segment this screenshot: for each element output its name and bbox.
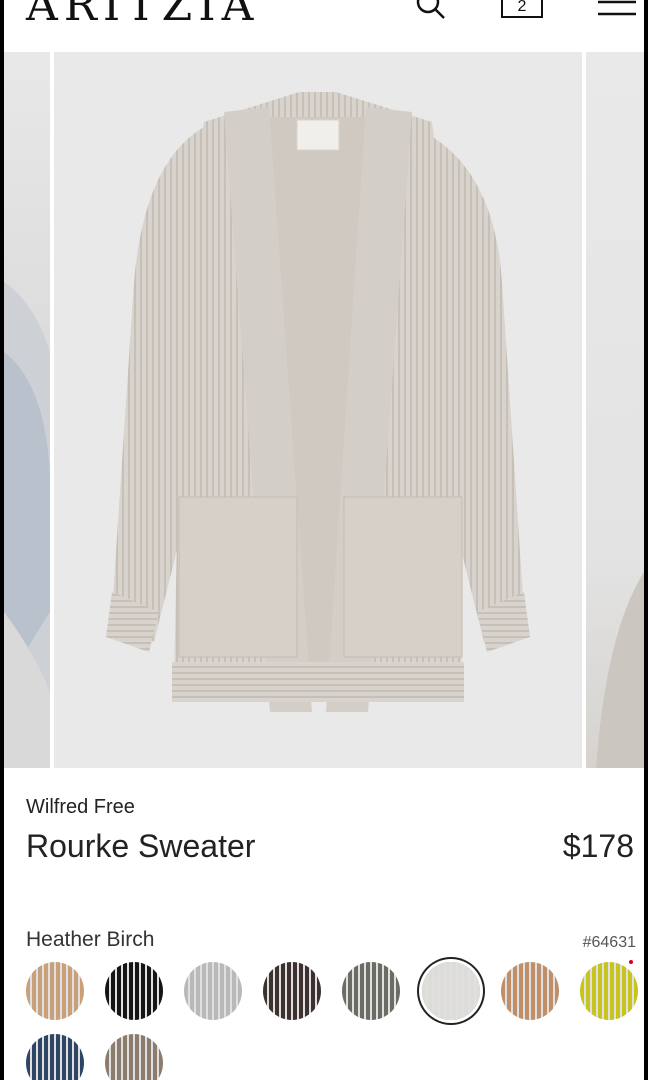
site-header: ARITZIA 2: [4, 0, 644, 52]
search-icon: [416, 0, 445, 19]
product-page: ARITZIA 2 Wilfred Free Rourke Sweater $1…: [4, 0, 644, 1080]
cart-button[interactable]: 2: [500, 0, 544, 22]
menu-button[interactable]: [594, 0, 638, 22]
model-photo-right: [596, 572, 644, 768]
selected-color-name: Heather Birch: [26, 928, 155, 951]
brand-logo[interactable]: ARITZIA: [26, 0, 259, 28]
next-product-image[interactable]: [586, 52, 644, 768]
cart-count: 2: [517, 0, 527, 15]
shopping-bag-icon: 2: [501, 0, 543, 18]
new-indicator-dot: [629, 960, 633, 964]
color-swatch[interactable]: [184, 962, 242, 1020]
product-image-carousel[interactable]: [4, 52, 644, 768]
color-swatch[interactable]: [105, 1034, 163, 1080]
style-number: #64631: [582, 934, 636, 951]
color-swatch[interactable]: [263, 962, 321, 1020]
color-swatch[interactable]: [580, 962, 638, 1020]
product-price: $178: [562, 828, 634, 864]
search-button[interactable]: [410, 0, 450, 24]
color-swatch[interactable]: [501, 962, 559, 1020]
color-swatch[interactable]: [26, 962, 84, 1020]
color-swatch[interactable]: [26, 1034, 84, 1080]
model-photo: [4, 282, 50, 768]
previous-product-image[interactable]: [4, 52, 50, 768]
color-swatch[interactable]: [342, 962, 400, 1020]
hamburger-menu-icon: [598, 0, 636, 16]
product-title: Rourke Sweater: [26, 828, 256, 864]
cardigan-image: [106, 92, 530, 712]
main-product-image[interactable]: [54, 52, 582, 768]
product-brand[interactable]: Wilfred Free: [26, 796, 135, 819]
color-swatch[interactable]: [105, 962, 163, 1020]
color-swatch[interactable]: [422, 962, 480, 1020]
